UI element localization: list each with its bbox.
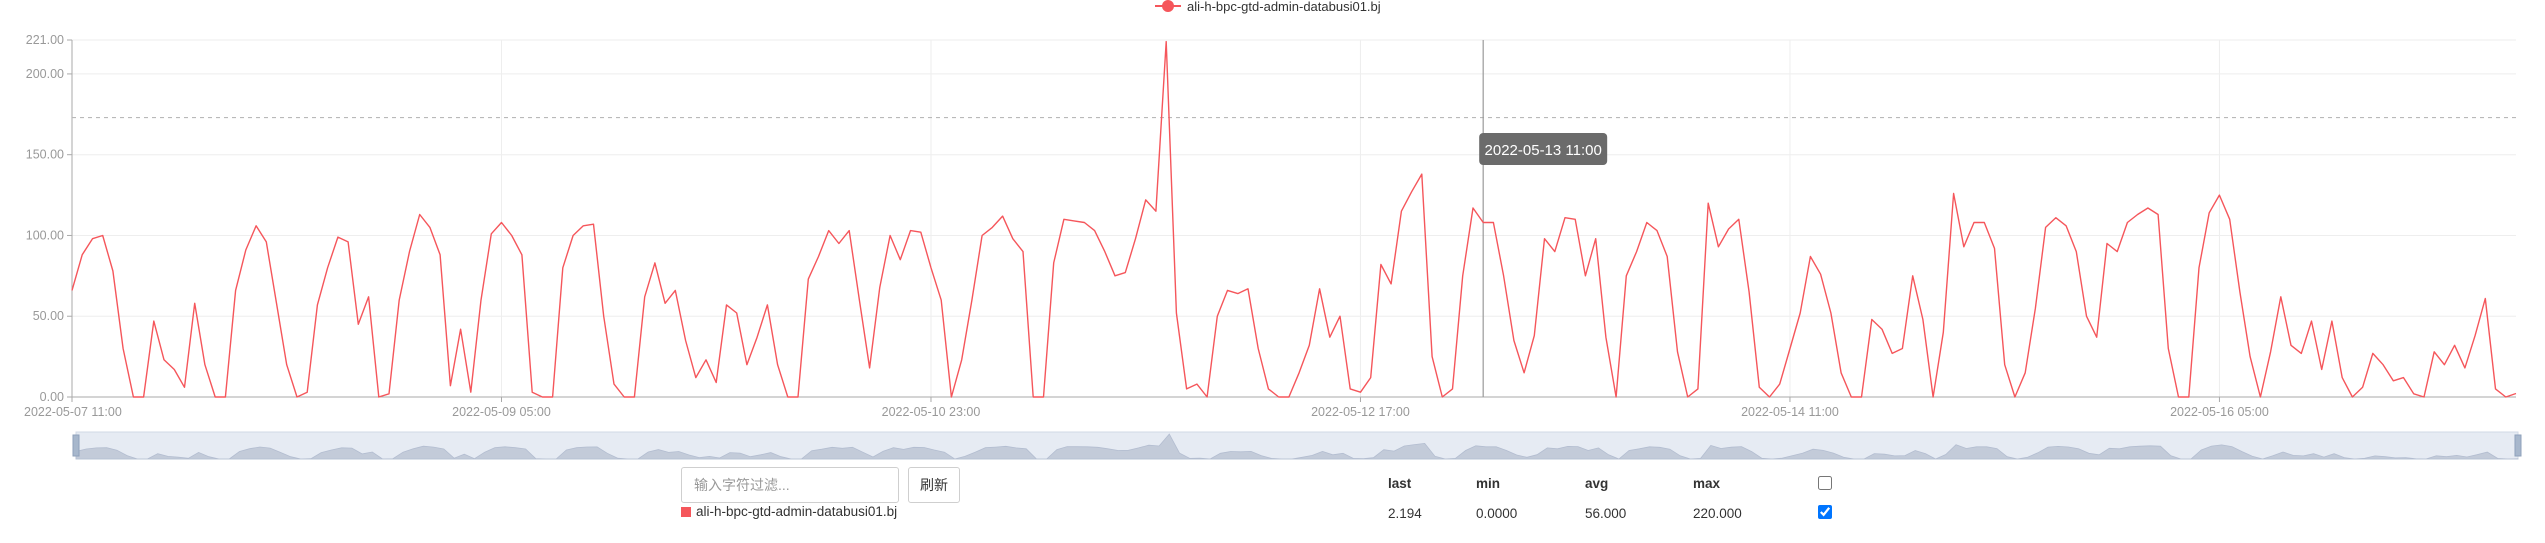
stats-row-series-name: ali-h-bpc-gtd-admin-databusi01.bj: [696, 504, 898, 519]
crosshair-tooltip-label: 2022-05-13 11:00: [1485, 142, 1602, 159]
legend-marker: [1162, 0, 1174, 12]
filter-input[interactable]: [681, 467, 899, 503]
filter-controls: 刷新: [681, 467, 960, 503]
x-tick-label: 2022-05-09 05:00: [452, 405, 551, 419]
stats-header-min: min: [1476, 476, 1501, 491]
line-chart: 0.00 50.00 100.00 150.00 200.00 221.00 2022-05…: [24, 0, 2522, 460]
legend-label: ali-h-bpc-gtd-admin-databusi01.bj: [1187, 0, 1381, 14]
stats-value-avg: 56.000: [1585, 506, 1627, 521]
stats-value-min: 0.0000: [1476, 506, 1518, 521]
y-tick-label: 221.00: [26, 33, 64, 47]
series-color-swatch: [681, 506, 691, 517]
zoom-handle-left[interactable]: [72, 434, 80, 457]
stats-value-max: 220.000: [1693, 506, 1742, 521]
stats-row-series[interactable]: ali-h-bpc-gtd-admin-databusi01.bj: [681, 504, 897, 519]
refresh-button[interactable]: 刷新: [908, 467, 960, 503]
x-tick-label: 2022-05-14 11:00: [1741, 405, 1839, 419]
y-tick-label: 100.00: [26, 228, 64, 242]
series-line: [71, 40, 2517, 398]
stats-header-max: max: [1693, 476, 1721, 491]
select-all-checkbox[interactable]: [1818, 476, 1832, 490]
y-tick-label: 200.00: [26, 67, 64, 81]
series-visible-checkbox[interactable]: [1818, 505, 1832, 519]
y-tick-label: 50.00: [33, 309, 64, 323]
x-tick-label: 2022-05-10 23:00: [882, 405, 981, 419]
zoom-handle-right[interactable]: [2514, 434, 2522, 457]
x-tick-label: 2022-05-07 11:00: [24, 405, 122, 419]
y-tick-label: 0.00: [40, 390, 64, 404]
x-tick-label: 2022-05-12 17:00: [1311, 405, 1410, 419]
x-tick-label: 2022-05-16 05:00: [2170, 405, 2269, 419]
stats-value-last: 2.194: [1388, 506, 1422, 521]
stats-header-last: last: [1388, 476, 1412, 491]
stats-header-avg: avg: [1585, 476, 1609, 491]
y-tick-label: 150.00: [26, 148, 64, 162]
